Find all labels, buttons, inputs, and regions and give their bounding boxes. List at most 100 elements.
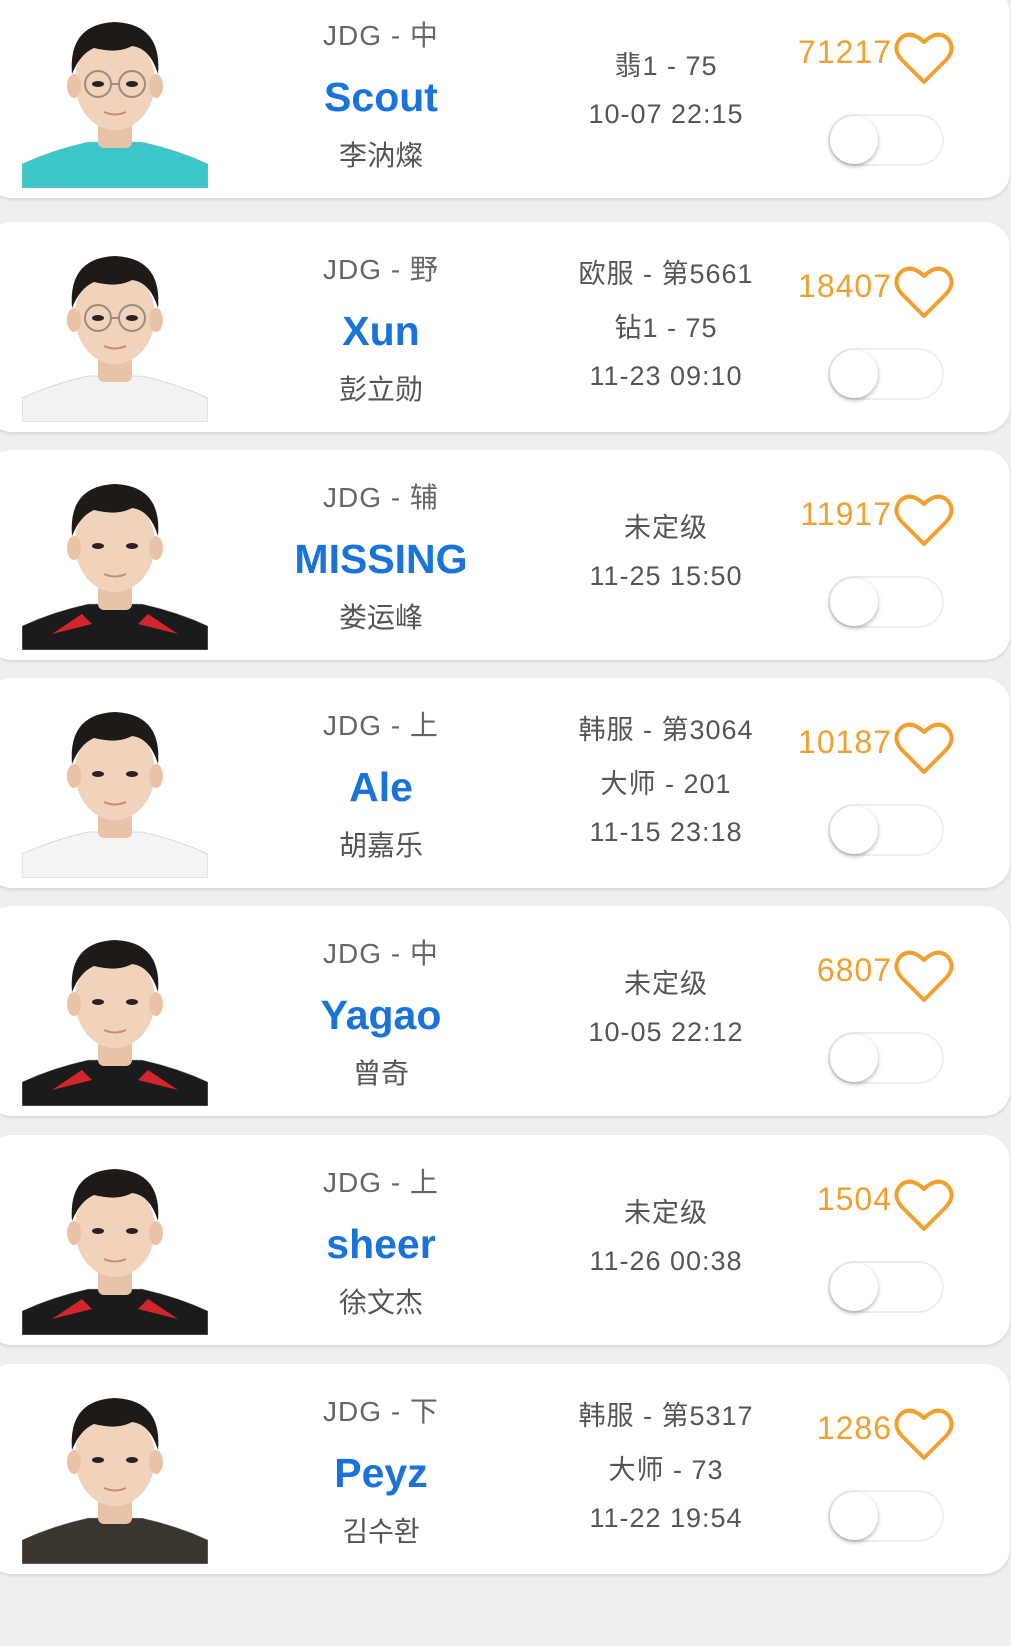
player-card[interactable]: JDG - 辅 MISSING 娄运峰 未定级 11-25 15:50 11917: [0, 450, 1010, 660]
tier-points: 翡1 - 75: [614, 51, 718, 81]
heart-icon[interactable]: [894, 264, 954, 320]
player-identity: JDG - 上 Ale 胡嘉乐: [236, 678, 526, 888]
tier-points: 大师 - 201: [600, 769, 732, 799]
team-role-label: JDG - 中: [323, 20, 439, 51]
player-avatar-image: [22, 940, 208, 1106]
player-handle[interactable]: Ale: [236, 764, 526, 811]
like-controls: 11917: [786, 450, 986, 660]
player-avatar: [22, 1149, 208, 1335]
team-role-label: JDG - 上: [323, 710, 439, 741]
player-handle[interactable]: sheer: [236, 1221, 526, 1268]
player-handle[interactable]: Yagao: [236, 992, 526, 1039]
heart-icon[interactable]: [894, 1406, 954, 1462]
like-controls: 6807: [786, 906, 986, 1116]
like-count: 18407: [798, 268, 892, 304]
tier-points: 未定级: [624, 969, 708, 999]
player-real-name: 徐文杰: [338, 1287, 423, 1318]
follow-toggle[interactable]: [828, 804, 944, 856]
player-real-name: 胡嘉乐: [338, 830, 423, 861]
last-updated-time: 11-26 00:38: [589, 1246, 743, 1276]
like-controls: 18407: [786, 222, 986, 432]
last-updated-time: 10-07 22:15: [588, 99, 744, 129]
last-updated-time: 11-23 09:10: [589, 361, 743, 391]
player-real-name: 娄运峰: [338, 602, 423, 633]
tier-points: 未定级: [624, 1198, 708, 1228]
server-rank: 韩服 - 第3064: [578, 715, 754, 745]
heart-icon[interactable]: [894, 30, 954, 86]
heart-icon[interactable]: [894, 492, 954, 548]
toggle-knob[interactable]: [830, 1492, 878, 1540]
follow-toggle[interactable]: [828, 1032, 944, 1084]
tier-points: 钻1 - 75: [614, 313, 718, 343]
tier-points: 大师 - 73: [608, 1455, 724, 1485]
toggle-knob[interactable]: [830, 1034, 878, 1082]
server-rank: 欧服 - 第5661: [578, 259, 754, 289]
toggle-knob[interactable]: [830, 350, 878, 398]
last-updated-time: 11-22 19:54: [589, 1503, 743, 1533]
player-card[interactable]: JDG - 上 Ale 胡嘉乐 韩服 - 第3064 大师 - 201 11-15 23:…: [0, 678, 1010, 888]
player-handle[interactable]: MISSING: [236, 536, 526, 583]
player-card[interactable]: JDG - 中 Scout 李汭燦 翡1 - 75 10-07 22:15 71217: [0, 0, 1010, 198]
player-handle[interactable]: Scout: [236, 74, 526, 121]
follow-toggle[interactable]: [828, 348, 944, 400]
like-controls: 1504: [786, 1135, 986, 1345]
player-identity: JDG - 中 Scout 李汭燦: [236, 0, 526, 198]
heart-icon[interactable]: [894, 1177, 954, 1233]
player-avatar: [22, 692, 208, 878]
like-count: 1286: [816, 1410, 892, 1446]
player-avatar: [22, 2, 208, 188]
player-avatar-image: [22, 256, 208, 422]
toggle-knob[interactable]: [830, 806, 878, 854]
player-real-name: 彭立勋: [338, 374, 423, 405]
like-count: 6807: [816, 952, 892, 988]
player-identity: JDG - 下 Peyz 김수환: [236, 1364, 526, 1574]
rank-info: 翡1 - 75 10-07 22:15: [541, 0, 791, 198]
player-avatar-image: [22, 484, 208, 650]
toggle-knob[interactable]: [830, 578, 878, 626]
player-identity: JDG - 上 sheer 徐文杰: [236, 1135, 526, 1345]
rank-info: 未定级 11-25 15:50: [541, 450, 791, 660]
player-card[interactable]: JDG - 下 Peyz 김수환 韩服 - 第5317 大师 - 73 11-22 19:…: [0, 1364, 1010, 1574]
team-role-label: JDG - 下: [323, 1396, 439, 1427]
like-controls: 1286: [786, 1364, 986, 1574]
team-role-label: JDG - 上: [323, 1167, 439, 1198]
like-count: 11917: [800, 496, 892, 532]
player-identity: JDG - 辅 MISSING 娄运峰: [236, 450, 526, 660]
last-updated-time: 10-05 22:12: [588, 1017, 744, 1047]
player-card[interactable]: JDG - 中 Yagao 曾奇 未定级 10-05 22:12 6807: [0, 906, 1010, 1116]
last-updated-time: 11-15 23:18: [589, 817, 743, 847]
follow-toggle[interactable]: [828, 1261, 944, 1313]
heart-icon[interactable]: [894, 948, 954, 1004]
player-real-name: 李汭燦: [338, 140, 423, 171]
player-real-name: 김수환: [342, 1516, 420, 1547]
like-count: 71217: [798, 34, 892, 70]
tier-points: 未定级: [624, 513, 708, 543]
player-handle[interactable]: Xun: [236, 308, 526, 355]
player-list: JDG - 中 Scout 李汭燦 翡1 - 75 10-07 22:15 71217 JD…: [0, 0, 1011, 1646]
player-avatar: [22, 1378, 208, 1564]
player-avatar: [22, 464, 208, 650]
toggle-knob[interactable]: [830, 1263, 878, 1311]
follow-toggle[interactable]: [828, 114, 944, 166]
follow-toggle[interactable]: [828, 576, 944, 628]
player-card[interactable]: JDG - 上 sheer 徐文杰 未定级 11-26 00:38 1504: [0, 1135, 1010, 1345]
player-avatar-image: [22, 1398, 208, 1564]
player-real-name: 曾奇: [352, 1058, 409, 1089]
heart-icon[interactable]: [894, 720, 954, 776]
toggle-knob[interactable]: [830, 116, 878, 164]
player-handle[interactable]: Peyz: [236, 1450, 526, 1497]
player-avatar-image: [22, 22, 208, 188]
player-card[interactable]: JDG - 野 Xun 彭立勋 欧服 - 第5661 钻1 - 75 11-23 09:1…: [0, 222, 1010, 432]
player-avatar-image: [22, 1169, 208, 1335]
player-avatar: [22, 236, 208, 422]
player-identity: JDG - 中 Yagao 曾奇: [236, 906, 526, 1116]
follow-toggle[interactable]: [828, 1490, 944, 1542]
team-role-label: JDG - 中: [323, 938, 439, 969]
rank-info: 欧服 - 第5661 钻1 - 75 11-23 09:10: [541, 222, 791, 432]
last-updated-time: 11-25 15:50: [589, 561, 743, 591]
rank-info: 韩服 - 第5317 大师 - 73 11-22 19:54: [541, 1364, 791, 1574]
player-avatar-image: [22, 712, 208, 878]
like-controls: 71217: [786, 0, 986, 198]
team-role-label: JDG - 野: [323, 254, 439, 285]
server-rank: 韩服 - 第5317: [578, 1401, 754, 1431]
